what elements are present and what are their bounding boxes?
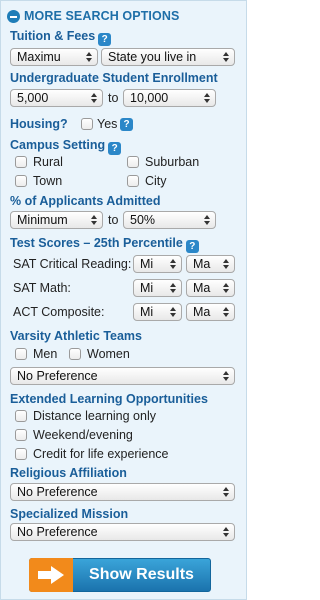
city-checkbox[interactable] [127,175,139,187]
sat-reading-label: SAT Critical Reading: [13,257,132,271]
admitted-label: % of Applicants Admitted [10,194,161,208]
state-select[interactable]: State you live in [101,48,235,66]
life-experience-checkbox[interactable] [15,448,27,460]
help-icon[interactable]: ? [98,33,112,46]
housing-yes-checkbox[interactable] [81,118,93,130]
select-arrows-icon [170,258,176,270]
athletics-select[interactable]: No Preference [10,367,235,385]
test-scores-label-text: Test Scores – 25th Percentile [10,236,183,250]
life-experience-label: Credit for life experience [33,447,169,461]
specialized-label: Specialized Mission [10,507,129,521]
arrow-right-icon [29,558,73,592]
select-arrows-icon [91,92,97,104]
select-arrows-icon [223,282,229,294]
test-scores-label: Test Scores – 25th Percentile? [10,236,199,253]
enrollment-max-select[interactable]: 10,000 [123,89,216,107]
show-results-label: Show Results [89,566,194,583]
act-min-select[interactable]: Mi [133,303,182,321]
to-label: to [108,91,119,105]
enrollment-min-select[interactable]: 5,000 [10,89,103,107]
select-arrows-icon [170,282,176,294]
select-arrows-icon [223,306,229,318]
state-value: State you live in [108,50,197,64]
sat-reading-min-select[interactable]: Mi [133,255,182,273]
housing-label: Housing? [10,117,68,131]
tuition-label-text: Tuition & Fees [10,29,96,43]
town-label: Town [33,174,63,188]
enrollment-max-value: 10,000 [130,91,169,105]
learning-label: Extended Learning Opportunities [10,392,208,406]
act-max-value: Ma [193,305,211,319]
athletics-select-value: No Preference [17,369,98,383]
sat-reading-max-select[interactable]: Ma [186,255,235,273]
men-checkbox[interactable] [15,348,27,360]
tuition-max-select[interactable]: Maximu [10,48,98,66]
campus-label: Campus Setting? [10,138,122,155]
tuition-max-value: Maximu [17,50,61,64]
athletics-label: Varsity Athletic Teams [10,329,143,343]
sat-math-min-select[interactable]: Mi [133,279,182,297]
select-arrows-icon [223,51,229,63]
sat-math-max-value: Ma [193,281,211,295]
city-label: City [145,174,167,188]
help-icon[interactable]: ? [120,118,133,131]
to-label: to [108,213,119,227]
act-label: ACT Composite: [13,305,105,319]
select-arrows-icon [223,526,229,538]
select-arrows-icon [204,214,210,226]
sat-math-max-select[interactable]: Ma [186,279,235,297]
women-checkbox[interactable] [69,348,81,360]
sat-reading-min-value: Mi [140,257,154,271]
select-arrows-icon [223,370,229,382]
housing-yes-label: Yes [97,117,118,131]
women-label: Women [87,347,130,361]
sat-math-label: SAT Math: [13,281,71,295]
weekend-evening-label: Weekend/evening [33,428,133,442]
admitted-max-select[interactable]: 50% [123,211,216,229]
panel-title: MORE SEARCH OPTIONS [24,9,180,23]
specialized-select[interactable]: No Preference [10,523,235,541]
collapse-icon[interactable] [7,9,20,23]
rural-label: Rural [33,155,63,169]
religious-label: Religious Affiliation [10,466,127,480]
search-options-panel: MORE SEARCH OPTIONS Tuition & Fees? Maxi… [0,0,247,600]
town-checkbox[interactable] [15,175,27,187]
sat-math-min-value: Mi [140,281,154,295]
act-min-value: Mi [140,305,154,319]
religious-select[interactable]: No Preference [10,483,235,501]
more-search-options-toggle[interactable]: MORE SEARCH OPTIONS [7,7,179,25]
campus-label-text: Campus Setting [10,138,106,152]
weekend-evening-checkbox[interactable] [15,429,27,441]
admitted-min-select[interactable]: Minimum [10,211,103,229]
distance-learning-checkbox[interactable] [15,410,27,422]
specialized-select-value: No Preference [17,525,98,539]
act-max-select[interactable]: Ma [186,303,235,321]
suburban-label: Suburban [145,155,200,169]
men-label: Men [33,347,58,361]
enrollment-min-value: 5,000 [17,91,49,105]
distance-learning-label: Distance learning only [33,409,156,423]
select-arrows-icon [204,92,210,104]
sat-reading-max-value: Ma [193,257,211,271]
tuition-label: Tuition & Fees? [10,29,112,46]
admitted-min-value: Minimum [17,213,68,227]
select-arrows-icon [170,306,176,318]
select-arrows-icon [223,486,229,498]
help-icon[interactable]: ? [185,240,199,253]
select-arrows-icon [223,258,229,270]
enrollment-label: Undergraduate Student Enrollment [10,71,218,85]
admitted-max-value: 50% [130,213,156,227]
select-arrows-icon [86,51,92,63]
show-results-button[interactable]: Show Results [29,558,211,592]
help-icon[interactable]: ? [108,142,122,155]
rural-checkbox[interactable] [15,156,27,168]
select-arrows-icon [91,214,97,226]
suburban-checkbox[interactable] [127,156,139,168]
religious-select-value: No Preference [17,485,98,499]
